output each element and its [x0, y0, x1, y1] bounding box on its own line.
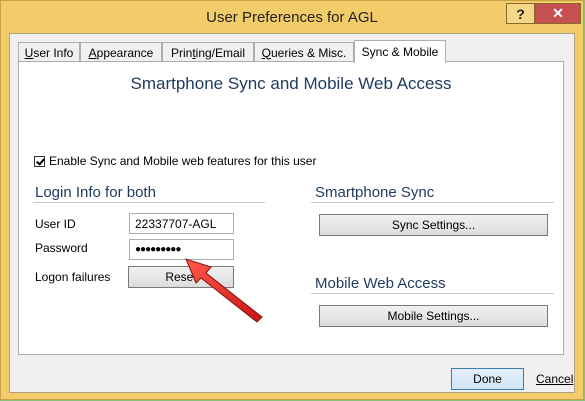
tab-user-info-label: ser Info: [33, 45, 74, 60]
tab-user-info[interactable]: User Info: [18, 42, 80, 62]
done-button[interactable]: Done: [451, 368, 524, 390]
cancel-button[interactable]: Cancel: [536, 372, 573, 386]
tab-printing-label: ing/Email: [195, 45, 246, 60]
login-section-title: Login Info for both: [35, 184, 156, 201]
mobile-divider: [311, 293, 554, 294]
enable-sync-checkbox[interactable]: Enable Sync and Mobile web features for …: [34, 154, 316, 168]
tab-sync-mobile-label: Sync & Mobile: [361, 45, 439, 59]
tab-appearance-mnemonic: A: [88, 45, 97, 60]
sync-mobile-panel: Smartphone Sync and Mobile Web Access En…: [18, 61, 564, 355]
tab-queries-mnemonic: Q: [261, 45, 271, 60]
sync-settings-button[interactable]: Sync Settings...: [319, 214, 548, 236]
password-label: Password: [35, 241, 88, 255]
tab-user-info-mnemonic: U: [24, 45, 34, 60]
tab-printing-email[interactable]: Prin t ing/Email: [162, 42, 254, 62]
close-button[interactable]: ✕: [535, 3, 581, 24]
red-arrow-icon: [185, 258, 263, 323]
tab-queries-label: ueries & Misc.: [270, 45, 347, 60]
login-divider: [33, 202, 265, 203]
smartphone-sync-title: Smartphone Sync: [315, 184, 435, 201]
user-id-label: User ID: [35, 217, 76, 231]
enable-sync-label: Enable Sync and Mobile web features for …: [49, 154, 317, 168]
help-icon: ?: [516, 5, 525, 22]
window-title: User Preferences for AGL: [206, 9, 378, 26]
mobile-web-access-title: Mobile Web Access: [315, 275, 446, 292]
tab-appearance[interactable]: Appearance: [80, 42, 162, 62]
user-id-field[interactable]: 22337707-AGL: [129, 213, 234, 234]
tab-queries-misc[interactable]: Queries & Misc.: [254, 42, 354, 62]
tab-sync-mobile[interactable]: Sync & Mobile: [354, 40, 446, 63]
cancel-label: Cancel: [536, 372, 574, 386]
tab-printing-prefix: Prin: [170, 45, 193, 60]
panel-heading: Smartphone Sync and Mobile Web Access: [130, 74, 452, 93]
dialog-client: User Info Appearance Prin t ing/Email Quer…: [9, 33, 575, 393]
title-bar[interactable]: User Preferences for AGL ? ✕: [1, 1, 583, 33]
sync-divider: [311, 202, 554, 203]
checkbox-checked-icon[interactable]: [34, 155, 45, 167]
preferences-window: User Preferences for AGL ? ✕ User Info A…: [0, 0, 584, 400]
help-button[interactable]: ?: [506, 3, 535, 24]
mobile-settings-button[interactable]: Mobile Settings...: [319, 305, 548, 327]
logon-failures-label: Logon failures: [35, 270, 111, 284]
close-icon: ✕: [552, 5, 564, 21]
tab-appearance-label: ppearance: [96, 45, 154, 60]
